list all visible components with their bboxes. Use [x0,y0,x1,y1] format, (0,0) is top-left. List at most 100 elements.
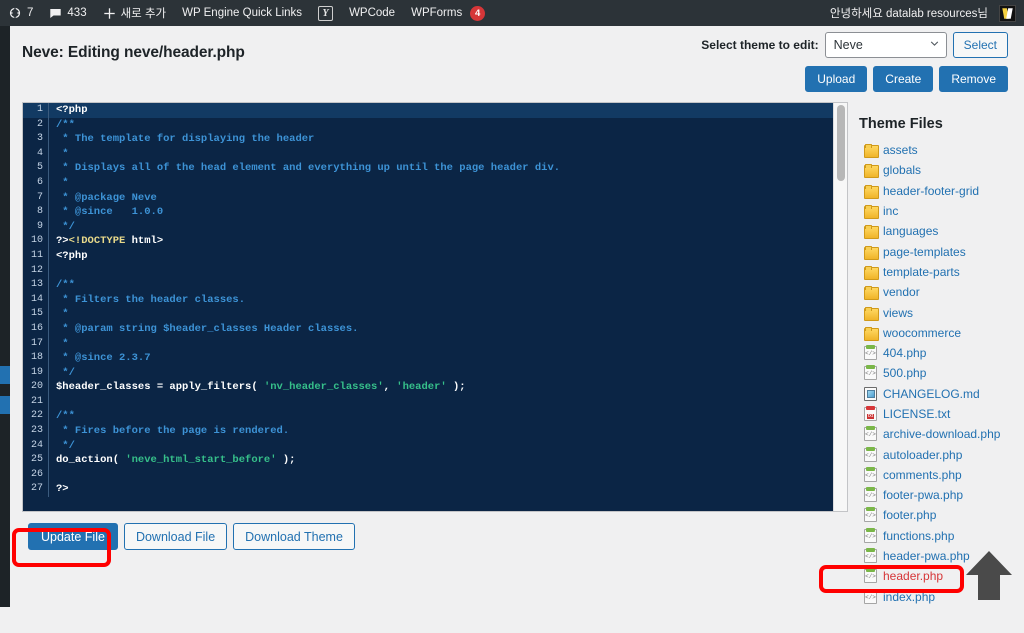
theme-file-item[interactable]: </> footer-pwa.php [850,485,1024,505]
theme-actions: Upload Create Remove [805,66,1008,92]
update-file-button[interactable]: Update File [28,523,118,550]
create-button[interactable]: Create [873,66,934,92]
theme-file-item[interactable]: </> functions.php [850,526,1024,546]
code-token: * Filters the header classes. [56,293,246,306]
code-line[interactable]: 1 <?php [23,103,833,118]
theme-file-label: inc [883,204,899,219]
code-line[interactable]: 22 /** [23,409,833,425]
adminbar-item-wp-engine[interactable]: WP Engine Quick Links [174,0,310,26]
upload-button[interactable]: Upload [805,66,868,92]
code-line[interactable]: 16 * @param string $header_classes Heade… [23,321,833,337]
code-line[interactable]: 21 [23,394,833,410]
theme-select[interactable]: Neve [824,32,947,58]
adminbar-item-updates[interactable]: 7 [0,0,41,26]
adminbar-item-yoast[interactable]: Y [310,0,341,26]
theme-file-item[interactable]: CHANGELOG.md [850,384,1024,404]
theme-select-wrapper[interactable]: Neve [824,32,947,58]
adminbar-account[interactable]: 안녕하세요 datalab resources님 [822,0,1024,26]
code-line-number: 17 [23,336,49,352]
theme-folder-item[interactable]: languages [850,221,1024,241]
theme-folder-item[interactable]: template-parts [850,262,1024,282]
code-line[interactable]: 17 * [23,336,833,352]
text-file-icon: txt [864,406,877,421]
code-line[interactable]: 20 $header_classes = apply_filters( 'nv_h… [23,380,833,395]
code-line[interactable]: 3 * The template for displaying the head… [23,132,833,147]
code-line-text: */ [56,439,833,454]
theme-file-item[interactable]: </> header-pwa.php [850,546,1024,566]
code-line-number: 8 [23,205,49,220]
code-line[interactable]: 27 ?> [23,482,833,498]
theme-file-item[interactable]: </> 500.php [850,363,1024,383]
adminbar-item-wpcode[interactable]: WPCode [341,0,403,26]
code-line[interactable]: 11 <?php [23,248,833,264]
download-theme-button[interactable]: Download Theme [233,523,355,550]
adminbar-item-comments[interactable]: 433 [41,0,94,26]
code-line[interactable]: 15 * [23,307,833,322]
adminbar-item-wpforms[interactable]: WPForms 4 [403,0,493,26]
php-file-icon: </> [864,548,877,564]
code-line[interactable]: 23 * Fires before the page is rendered. [23,424,833,439]
remove-button[interactable]: Remove [939,66,1008,92]
code-editor[interactable]: 1 <?php 2/** 3 * The template for displayin… [22,102,848,512]
code-line-text: $header_classes = apply_filters( 'nv_hea… [56,380,833,395]
code-line-text: * [56,176,833,191]
code-line[interactable]: 8 * @since 1.0.0 [23,205,833,220]
code-token: * @param string $header_classes Header c… [56,322,359,335]
theme-folder-item[interactable]: woocommerce [850,323,1024,343]
theme-editor-page: Neve: Editing neve/header.php Select the… [10,26,1024,633]
theme-folder-item[interactable]: header-footer-grid [850,181,1024,201]
theme-file-item[interactable]: </> archive-download.php [850,424,1024,444]
code-line[interactable]: 25 do_action( 'neve_html_start_before' ); [23,453,833,468]
code-token: * @since 1.0.0 [56,206,164,219]
theme-folder-item[interactable]: inc [850,201,1024,221]
code-editor-content[interactable]: 1 <?php 2/** 3 * The template for displayin… [23,103,833,511]
theme-file-item[interactable]: </> comments.php [850,465,1024,485]
code-line-number: 25 [23,453,49,468]
updates-icon [8,6,22,20]
theme-folder-item[interactable]: vendor [850,282,1024,302]
editor-scrollbar-thumb[interactable] [837,105,845,181]
collapsed-admin-menu[interactable] [0,26,10,607]
plus-icon [103,7,116,20]
select-theme-button[interactable]: Select [952,32,1008,58]
code-token: * Fires before the page is rendered. [56,425,290,438]
code-line[interactable]: 26 [23,467,833,483]
theme-file-item[interactable]: </> autoloader.php [850,444,1024,464]
code-line-text: * Fires before the page is rendered. [56,424,833,439]
theme-folder-item[interactable]: views [850,302,1024,322]
code-line-number: 1 [23,103,49,118]
code-line[interactable]: 24 */ [23,438,833,454]
code-line[interactable]: 14 * Filters the header classes. [23,292,833,308]
code-line[interactable]: 4 * [23,146,833,162]
code-line[interactable]: 2 /** [23,117,833,133]
theme-folder-item[interactable]: globals [850,160,1024,180]
code-line[interactable]: 5 * Displays all of the head element and… [23,161,833,176]
code-line[interactable]: 7 * @package Neve [23,190,833,206]
adminbar-item-new-content[interactable]: 새로 추가 [95,0,175,26]
theme-file-item[interactable]: txt LICENSE.txt [850,404,1024,424]
comment-bubble-icon [49,7,62,20]
theme-folder-item[interactable]: assets [850,140,1024,160]
theme-file-label: template-parts [883,264,960,279]
download-file-button[interactable]: Download File [123,523,228,550]
code-line-text: * Displays all of the head element and e… [56,161,833,176]
theme-folder-item[interactable]: page-templates [850,241,1024,261]
theme-file-item[interactable]: </> index.php [850,587,1024,607]
bottom-actions: Update File Download File Download Theme [28,523,355,550]
code-line[interactable]: 12 [23,263,833,279]
code-line[interactable]: 19 */ [23,365,833,381]
code-line[interactable]: 13 /** [23,278,833,293]
theme-file-item[interactable]: </> footer.php [850,505,1024,525]
code-token: ); [276,454,296,467]
theme-file-item[interactable]: </> 404.php [850,343,1024,363]
code-line[interactable]: 10 ?><!DOCTYPE html> [23,234,833,249]
folder-icon [864,164,879,179]
code-line[interactable]: 18 * @since 2.3.7 [23,351,833,366]
admin-bar: 7 433 새로 추가 WP Engine Quick Links Y WPCo… [0,0,1024,26]
code-line-number: 18 [23,351,49,366]
theme-file-item[interactable]: </> header.php [850,566,1024,586]
code-line[interactable]: 9 */ [23,219,833,235]
editor-scrollbar[interactable] [833,103,847,511]
code-line[interactable]: 6 * [23,175,833,191]
theme-file-label: footer.php [883,508,937,523]
